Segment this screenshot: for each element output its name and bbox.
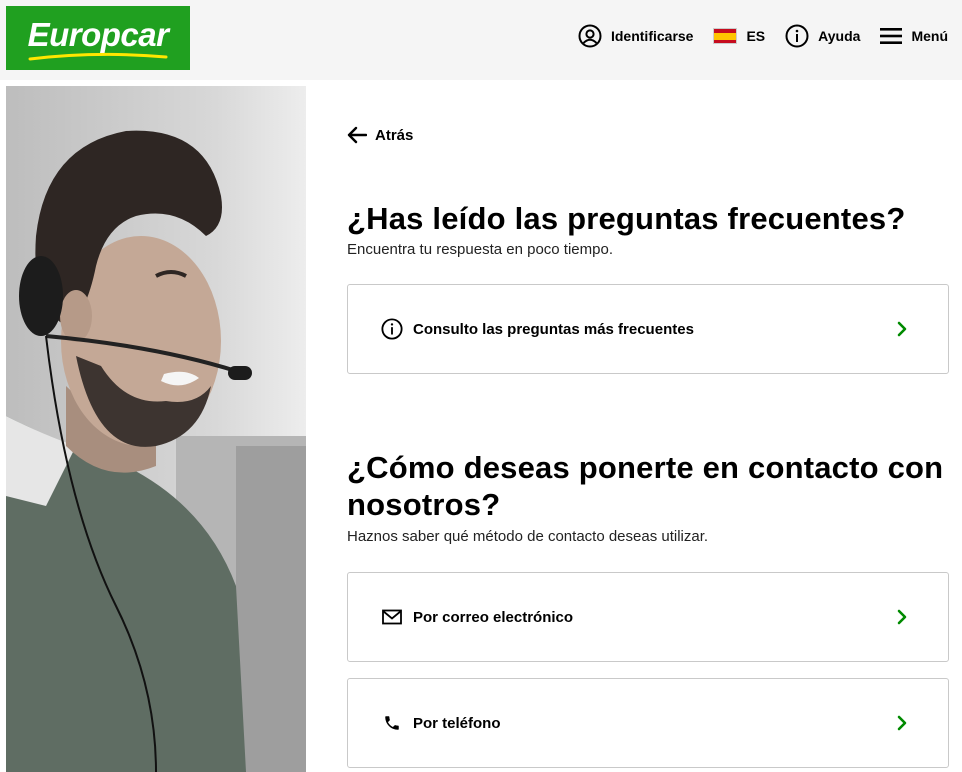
logo-text: Europcar	[27, 16, 169, 53]
contact-title: ¿Cómo deseas ponerte en contacto con nos…	[347, 449, 943, 523]
language-label: ES	[746, 28, 766, 44]
login-button[interactable]: Identificarse	[578, 24, 693, 48]
faq-title: ¿Has leído las preguntas frecuentes?	[347, 201, 906, 236]
info-icon	[785, 24, 809, 48]
arrow-left-icon	[347, 126, 367, 144]
contact-title-line2: nosotros?	[347, 487, 501, 522]
support-agent-photo	[6, 86, 306, 772]
faq-card[interactable]: Consulto las preguntas más frecuentes	[347, 284, 949, 374]
login-label: Identificarse	[610, 28, 694, 44]
europcar-logo[interactable]: Europcar	[6, 6, 190, 70]
contact-title-line1: ¿Cómo deseas ponerte en contacto con	[347, 450, 944, 485]
envelope-icon	[381, 609, 403, 625]
hamburger-icon	[880, 28, 903, 44]
phone-option-label: Por teléfono	[413, 714, 501, 732]
menu-label: Menú	[911, 28, 948, 44]
email-option-label: Por correo electrónico	[413, 608, 574, 626]
phone-icon	[381, 714, 403, 732]
language-selector[interactable]: ES	[713, 28, 765, 44]
faq-subtitle: Encuentra tu respuesta en poco tiempo.	[347, 241, 614, 258]
chevron-right-icon	[897, 321, 907, 337]
back-link[interactable]: Atrás	[347, 126, 413, 144]
chevron-right-icon	[897, 609, 907, 625]
back-label: Atrás	[375, 126, 414, 144]
spain-flag-icon	[713, 28, 738, 44]
site-header: Europcar Identificarse ES Ayuda Menú	[0, 0, 962, 80]
contact-option-email[interactable]: Por correo electrónico	[347, 572, 949, 662]
contact-subtitle: Haznos saber qué método de contacto dese…	[347, 528, 709, 545]
faq-card-label: Consulto las preguntas más frecuentes	[413, 320, 694, 338]
menu-button[interactable]: Menú	[880, 26, 948, 46]
contact-option-phone[interactable]: Por teléfono	[347, 678, 949, 768]
chevron-right-icon	[897, 715, 907, 731]
info-icon	[381, 318, 403, 340]
help-button[interactable]: Ayuda	[785, 24, 860, 48]
help-label: Ayuda	[818, 28, 861, 44]
header-nav: Identificarse ES Ayuda Menú	[578, 22, 948, 50]
user-circle-icon	[578, 24, 602, 48]
logo-swoosh-icon	[28, 52, 168, 61]
support-agent-illustration	[6, 86, 306, 772]
